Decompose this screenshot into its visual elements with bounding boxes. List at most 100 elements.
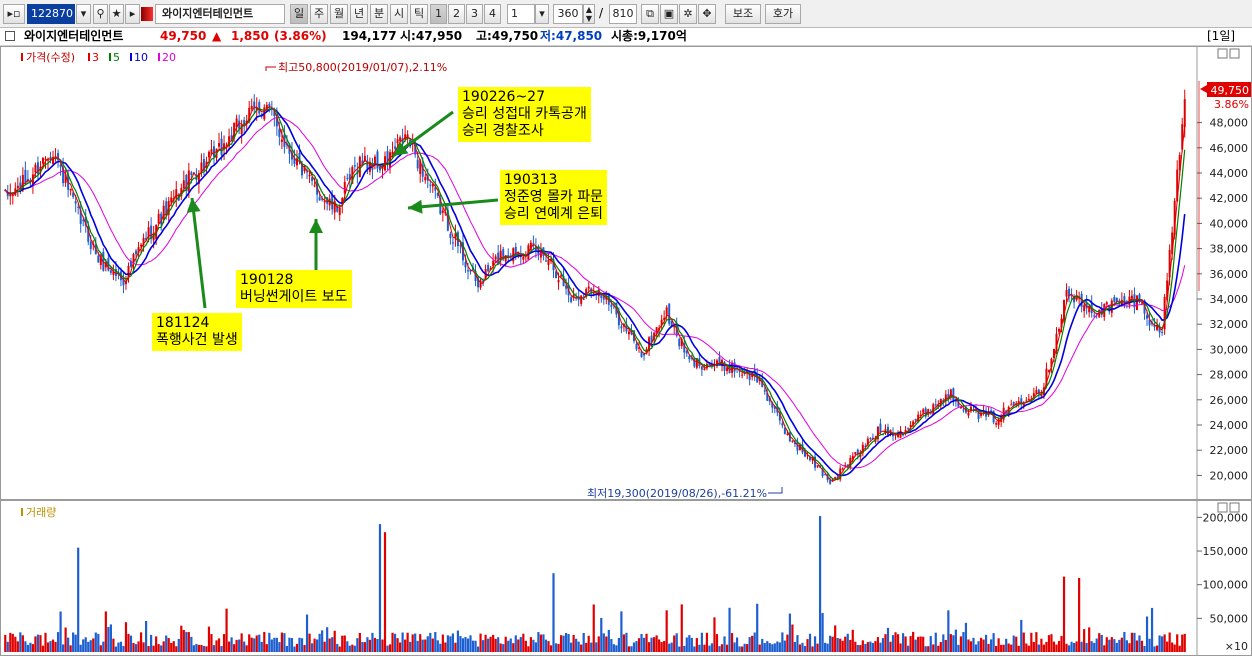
volume-bar (612, 644, 615, 652)
volume-bar (1153, 646, 1156, 652)
price-tick-label: 38,000 (1210, 243, 1249, 256)
volume-bar (127, 633, 130, 652)
volume-bar (771, 644, 774, 652)
annotation-line: 190226~27 (462, 89, 545, 105)
volume-bar (464, 637, 467, 652)
volume-bar (688, 635, 691, 652)
volume-bar (861, 640, 864, 652)
volume-bar (964, 622, 968, 652)
close-pane-button (1229, 48, 1240, 59)
volume-bar (544, 639, 548, 652)
volume-bar (1050, 634, 1053, 652)
volume-bar (642, 637, 646, 652)
volume-bar (776, 641, 779, 652)
chart-select-checkbox[interactable] (5, 31, 15, 41)
volume-bar (559, 635, 563, 652)
favorite-button[interactable]: ★ (109, 4, 124, 24)
candle-body (741, 374, 744, 376)
maximize-pane-button (1217, 48, 1228, 59)
volume-bar (1065, 643, 1068, 652)
period-tab[interactable]: 분 (370, 4, 388, 24)
volume-bar (1030, 632, 1033, 652)
volume-bar (102, 641, 105, 652)
volume-bar (313, 638, 316, 652)
code-dropdown-button[interactable]: ▾ (76, 4, 91, 24)
move-button[interactable]: ✥ (698, 4, 716, 24)
period-tab[interactable]: 틱 (410, 4, 428, 24)
volume-bar (290, 638, 294, 652)
volume-bar (615, 645, 618, 652)
candle-body (429, 184, 432, 186)
candle-body (1105, 302, 1108, 305)
volume-bar (874, 641, 877, 652)
volume-bar (187, 632, 190, 652)
new-window-button[interactable]: ⧉ (641, 4, 659, 24)
volume-bar (434, 631, 437, 652)
menu-toggle-button[interactable]: ▸▫ (3, 4, 25, 24)
info-low: 저:47,850 (540, 29, 603, 43)
multiplier-4-button[interactable]: 4 (484, 4, 501, 24)
volume-bar (92, 638, 95, 652)
bojo-button[interactable]: 보조 (725, 4, 761, 24)
volume-bar (225, 608, 228, 652)
volume-bar (909, 636, 912, 652)
volume-bar (617, 637, 620, 652)
volume-bar (391, 632, 394, 652)
volume-bar (570, 642, 573, 652)
volume-bar (753, 632, 756, 652)
candle-body (218, 143, 221, 147)
volume-bar (197, 644, 201, 652)
hoga-button[interactable]: 호가 (765, 4, 801, 24)
multiplier-input[interactable]: 1 (507, 4, 535, 24)
info-mcap: 시총:9,170억 (611, 29, 687, 43)
volume-bar (585, 642, 588, 652)
volume-bar (338, 646, 341, 652)
volume-legend-title: 거래량 (26, 506, 56, 519)
volume-bar (595, 642, 598, 652)
stock-code-input[interactable]: 122870 (27, 4, 75, 24)
volume-bar (839, 638, 842, 652)
candle-body (487, 265, 490, 272)
volume-bar (937, 645, 940, 652)
volume-bar (610, 639, 613, 652)
period-tab[interactable]: 일 (290, 4, 308, 24)
volume-bar (1113, 639, 1116, 652)
volume-bar (708, 645, 711, 652)
volume-bar (416, 640, 419, 652)
volume-bar (1042, 644, 1046, 652)
info-price: 49,750 (160, 29, 207, 43)
period-tab[interactable]: 주 (310, 4, 328, 24)
volume-bar (811, 646, 814, 652)
search-button[interactable]: ⚲ (93, 4, 108, 24)
candle-body (494, 256, 497, 260)
volume-bar (333, 630, 336, 652)
multiplier-dropdown-button[interactable]: ▾ (535, 4, 549, 24)
candle-body (635, 344, 638, 350)
up-arrow-icon: ▲ (212, 29, 222, 43)
period-tab[interactable]: 시 (390, 4, 408, 24)
candle-body (295, 158, 298, 166)
list-dropdown-button[interactable]: ▸ (125, 4, 140, 24)
candle-body (627, 331, 630, 335)
count-spinner[interactable]: ▲ ▼ (583, 4, 595, 24)
volume-bar (210, 634, 213, 652)
volume-bar (454, 642, 457, 652)
volume-bar (1027, 645, 1030, 652)
count-input[interactable]: 360 (553, 4, 583, 24)
candle-body (1037, 389, 1040, 395)
multiplier-2-button[interactable]: 2 (448, 4, 465, 24)
candle-body (700, 366, 703, 370)
volume-bar (396, 638, 399, 652)
info-change-pct: (3.86%) (274, 29, 327, 43)
multiplier-3-button[interactable]: 3 (466, 4, 483, 24)
settings-button[interactable]: ✲ (679, 4, 697, 24)
volume-bar (738, 646, 741, 652)
stock-name-field[interactable]: 와이지엔터테인먼트 (155, 4, 285, 24)
period-tab[interactable]: 월 (330, 4, 348, 24)
volume-bar (962, 632, 965, 652)
volume-bar (79, 644, 82, 652)
multiplier-1-button[interactable]: 1 (430, 4, 447, 24)
period-tab[interactable]: 년 (350, 4, 368, 24)
save-button[interactable]: ▣ (660, 4, 678, 24)
volume-bar (504, 636, 507, 652)
